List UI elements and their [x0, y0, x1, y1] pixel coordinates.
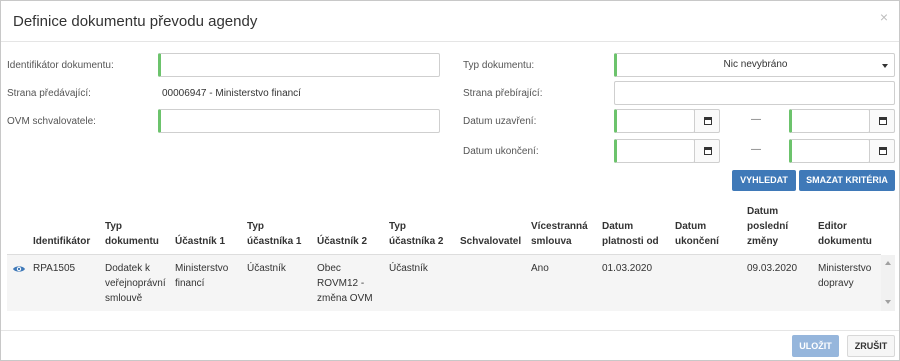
table-cell: změna OVM: [317, 293, 373, 304]
table-cell: smlouvě: [105, 293, 143, 304]
calendar-icon: [879, 117, 887, 125]
end-date-label: Datum ukončení:: [463, 146, 539, 157]
table-cell: dopravy: [818, 278, 854, 289]
column-header: účastníka 1: [247, 236, 302, 247]
column-header: ukončení: [675, 236, 719, 247]
table-cell: veřejnoprávní: [105, 278, 166, 289]
column-header: smlouva: [531, 236, 572, 247]
doc-id-input[interactable]: [158, 53, 440, 77]
column-header: Typ: [105, 221, 123, 232]
calendar-button[interactable]: [869, 139, 895, 163]
column-header: Schvalovatel: [460, 236, 522, 247]
column-header: Vícestranná: [531, 221, 588, 232]
doc-type-label: Typ dokumentu:: [463, 60, 535, 71]
calendar-icon: [879, 147, 887, 155]
ovm-label: OVM schvalovatele:: [7, 116, 96, 127]
doc-id-label: Identifikátor dokumentu:: [7, 60, 114, 71]
calendar-button[interactable]: [869, 109, 895, 133]
calendar-button[interactable]: [694, 139, 720, 163]
column-header: Datum: [602, 221, 634, 232]
cancel-button[interactable]: ZRUŠIT: [847, 335, 895, 357]
column-header: Datum: [747, 206, 779, 217]
sender-value: 00006947 - Ministerstvo financí: [162, 88, 301, 99]
closed-date-label: Datum uzavření:: [463, 116, 537, 127]
calendar-button[interactable]: [694, 109, 720, 133]
caret-down-icon: [882, 64, 888, 68]
modal-header: Definice dokumentu převodu agendy ×: [1, 1, 899, 42]
table-cell: Ministerstvo: [818, 263, 872, 274]
scroll-down-icon[interactable]: [885, 300, 891, 304]
closed-date-to-input[interactable]: [789, 109, 870, 133]
table-cell: Účastník: [389, 263, 428, 274]
table-scrollbar[interactable]: [881, 255, 895, 311]
column-header: poslední: [747, 221, 789, 232]
table-cell: Účastník: [247, 263, 286, 274]
modal-dialog: Definice dokumentu převodu agendy × Iden…: [0, 0, 900, 361]
modal-title: Definice dokumentu převodu agendy: [13, 13, 258, 30]
footer-divider: [1, 330, 899, 331]
close-icon[interactable]: ×: [880, 9, 888, 25]
column-header: dokumentu: [105, 236, 159, 247]
table-cell: Ministerstvo: [175, 263, 229, 274]
column-header: účastníka 2: [389, 236, 444, 247]
save-button[interactable]: ULOŽIT: [792, 335, 839, 357]
column-header: Editor: [818, 221, 847, 232]
table-cell: financí: [175, 278, 205, 289]
clear-criteria-button[interactable]: SMAZAT KRITÉRIA: [799, 170, 895, 191]
end-date-to-input[interactable]: [789, 139, 870, 163]
eye-icon[interactable]: [12, 264, 26, 274]
column-header: Datum: [675, 221, 707, 232]
closed-date-from-input[interactable]: [614, 109, 695, 133]
calendar-icon: [704, 147, 712, 155]
table-cell: Dodatek k: [105, 263, 151, 274]
ovm-input[interactable]: [158, 109, 440, 133]
table-cell: RPA1505: [33, 263, 76, 274]
range-separator: —: [751, 144, 761, 155]
column-header: Typ: [247, 221, 265, 232]
table-cell: ROVM12 -: [317, 278, 365, 289]
table-cell: 01.03.2020: [602, 263, 653, 274]
table-cell: Obec: [317, 263, 341, 274]
calendar-icon: [704, 117, 712, 125]
table-cell: 09.03.2020: [747, 263, 798, 274]
column-header: dokumentu: [818, 236, 872, 247]
sender-label: Strana předávající:: [7, 88, 91, 99]
column-header: změny: [747, 236, 779, 247]
receiver-input[interactable]: [614, 81, 895, 105]
column-header: platnosti od: [602, 236, 659, 247]
scroll-up-icon[interactable]: [885, 261, 891, 265]
doc-type-value: Nic nevybráno: [723, 59, 788, 70]
column-header: Účastník 1: [175, 236, 226, 247]
range-separator: —: [751, 114, 761, 125]
column-header: Identifikátor: [33, 236, 91, 247]
doc-type-select[interactable]: Nic nevybráno: [614, 53, 895, 77]
column-header: Typ: [389, 221, 407, 232]
receiver-label: Strana přebírající:: [463, 88, 543, 99]
column-header: Účastník 2: [317, 236, 368, 247]
search-button[interactable]: VYHLEDAT: [732, 170, 796, 191]
table-cell: Ano: [531, 263, 549, 274]
end-date-from-input[interactable]: [614, 139, 695, 163]
